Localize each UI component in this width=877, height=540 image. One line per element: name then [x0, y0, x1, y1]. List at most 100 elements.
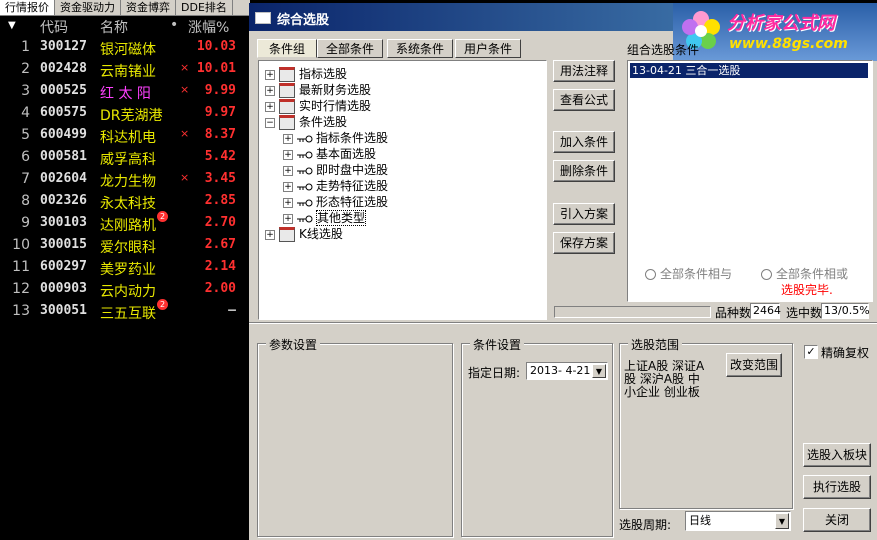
stock-name-text: DR芜湖港 [100, 108, 163, 124]
tree-expander-icon[interactable]: + [265, 101, 275, 112]
row-index: 7 [21, 171, 30, 187]
stock-row[interactable]: 2 002428 云南锗业 × 10.01 [0, 59, 250, 81]
stock-row[interactable]: 5 600499 科达机电 × 8.37 [0, 125, 250, 147]
change-range-button[interactable]: 改变范围 [726, 353, 782, 377]
import-plan-button[interactable]: 引入方案 [553, 203, 615, 225]
tree-node-label: 条件选股 [299, 115, 348, 129]
key-icon [297, 135, 313, 142]
radio-all-or[interactable]: 全部条件相或 [761, 265, 848, 282]
tab-system-conditions[interactable]: 系统条件 [387, 39, 453, 58]
tree-node[interactable]: + 走势特征选股 [283, 177, 388, 193]
tree-expander-icon[interactable]: − [265, 117, 275, 128]
radio-all-or-circle[interactable] [761, 269, 772, 280]
stock-code: 000903 [40, 281, 87, 296]
stock-row[interactable]: 8 002326 永太科技 2.85 [0, 191, 250, 213]
view-formula-button[interactable]: 查看公式 [553, 89, 615, 111]
condition-tree[interactable]: + 指标选股 + 最新财务选股 + 实时行情选股 − 条件选股 + 指标条件选股 + 基本面选股 + 即时… [258, 60, 547, 320]
tree-expander-icon[interactable]: + [283, 149, 293, 160]
tree-expander-icon[interactable]: + [265, 85, 275, 96]
add-condition-button[interactable]: 加入条件 [553, 131, 615, 153]
variety-count-value: 2464 [750, 303, 781, 319]
change-pct: 9.99 [204, 83, 236, 98]
folder-icon [279, 115, 295, 130]
date-dropdown-arrow-icon[interactable]: ▼ [592, 364, 606, 378]
tab-dde-rank[interactable]: DDE排名 [176, 0, 233, 15]
folder-icon [279, 83, 295, 98]
tree-node-label: 实时行情选股 [299, 99, 372, 113]
tab-quotes[interactable]: 行情报价 [0, 0, 55, 15]
date-picker[interactable]: 2013- 4-21 ▼ [526, 362, 608, 380]
tree-node[interactable]: + 指标选股 [265, 65, 347, 82]
tree-expander-icon[interactable]: + [283, 181, 293, 192]
tree-expander-icon[interactable]: + [283, 213, 293, 224]
tab-condition-group[interactable]: 条件组 [257, 39, 317, 58]
stock-row[interactable]: 9 300103 达刚路机2 2.70 [0, 211, 250, 235]
stock-row[interactable]: 3 000525 红 太 阳 × 9.99 [0, 81, 250, 103]
header-name[interactable]: 名称 [100, 17, 128, 37]
tree-expander-icon[interactable]: + [265, 69, 275, 80]
close-button[interactable]: 关闭 [803, 508, 871, 532]
notice-badge-icon: 2 [157, 211, 168, 222]
stock-row[interactable]: 12 000903 云内动力 2.00 [0, 279, 250, 301]
tree-node-label: 走势特征选股 [316, 179, 389, 193]
stock-code: 600297 [40, 259, 87, 274]
add-to-block-button[interactable]: 选股入板块 [803, 443, 871, 467]
precise-adjust-checkbox[interactable]: ✓ [804, 345, 818, 359]
combo-condition-item[interactable]: 13-04-21 三合一选股 [630, 63, 868, 78]
tab-user-conditions[interactable]: 用户条件 [455, 39, 521, 58]
tab-fund-drive[interactable]: 资金驱动力 [55, 0, 121, 15]
stock-row[interactable]: 6 000581 威孚高科 5.42 [0, 147, 250, 169]
tab-fund-game[interactable]: 资金博弈 [121, 0, 176, 15]
period-dropdown-arrow-icon[interactable]: ▼ [775, 513, 789, 529]
tree-node[interactable]: + 最新财务选股 [265, 81, 371, 98]
tree-node[interactable]: + 其他类型 [283, 209, 367, 226]
period-value: 日线 [689, 514, 711, 527]
delete-condition-button[interactable]: 删除条件 [553, 160, 615, 182]
period-label: 选股周期: [619, 518, 672, 532]
tree-expander-icon[interactable]: + [283, 197, 293, 208]
stock-screener-dialog: 综合选股 分析家公式网 www.88gs.com 条件组 全部条件 系统条件 用… [249, 3, 877, 540]
radio-all-and-circle[interactable] [645, 269, 656, 280]
stock-range-group: 选股范围 上证A股 深证A股 深沪A股 中小企业 创业板 改变范围 [619, 336, 793, 509]
stock-name-text: 美罗药业 [100, 262, 156, 278]
tree-expander-icon[interactable]: + [265, 229, 275, 240]
stock-name: 美罗药业 [100, 259, 156, 279]
change-pct: — [228, 303, 236, 318]
tree-expander-icon[interactable]: + [283, 165, 293, 176]
site-logo: 分析家公式网 www.88gs.com [673, 3, 877, 61]
stock-name: 云南锗业 [100, 61, 156, 81]
execute-screen-button[interactable]: 执行选股 [803, 475, 871, 499]
header-pct[interactable]: 涨幅% [188, 17, 229, 37]
stock-name: 云内动力 [100, 281, 156, 301]
tree-node[interactable]: + 即时盘中选股 [283, 161, 388, 177]
stock-code: 600499 [40, 127, 87, 142]
tree-node[interactable]: + 实时行情选股 [265, 97, 372, 114]
tree-node[interactable]: − 条件选股 [265, 113, 348, 130]
condition-settings-group: 条件设置 指定日期: 2013- 4-21 ▼ [461, 336, 613, 537]
tree-expander-icon[interactable]: + [283, 133, 293, 144]
column-header: ▼ 代码 名称 • 涨幅% [0, 17, 250, 37]
stock-row[interactable]: 4 600575 DR芜湖港 9.97 [0, 103, 250, 125]
header-dot: • [170, 17, 179, 33]
stock-row[interactable]: 1 300127 银河磁体 10.03 [0, 37, 250, 59]
stock-row[interactable]: 11 600297 美罗药业 2.14 [0, 257, 250, 279]
tab-all-conditions[interactable]: 全部条件 [317, 39, 383, 58]
tree-node[interactable]: + 基本面选股 [283, 145, 376, 161]
radio-all-and[interactable]: 全部条件相与 [645, 265, 732, 282]
period-select[interactable]: 日线 ▼ [685, 511, 791, 531]
usage-notes-button[interactable]: 用法注释 [553, 60, 615, 82]
tree-node[interactable]: + 形态特征选股 [283, 193, 388, 209]
header-code[interactable]: 代码 [40, 17, 68, 37]
folder-icon [279, 99, 295, 114]
tree-node[interactable]: + 指标条件选股 [283, 129, 388, 145]
tree-node[interactable]: + K线选股 [265, 225, 343, 242]
sort-marker-icon[interactable]: ▼ [8, 20, 16, 31]
stock-row[interactable]: 13 300051 三五互联2 — [0, 299, 250, 323]
key-icon [297, 151, 313, 158]
save-plan-button[interactable]: 保存方案 [553, 232, 615, 254]
date-value: 2013- 4-21 [530, 364, 591, 377]
tree-node-label: 指标条件选股 [316, 131, 389, 145]
mark-icon: × [180, 127, 190, 140]
stock-row[interactable]: 7 002604 龙力生物 × 3.45 [0, 169, 250, 191]
stock-row[interactable]: 10 300015 爱尔眼科 2.67 [0, 235, 250, 257]
